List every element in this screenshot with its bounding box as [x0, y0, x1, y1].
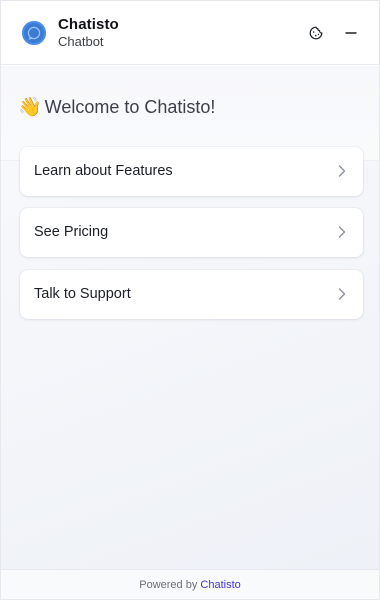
option-talk-support[interactable]: Talk to Support — [20, 270, 363, 319]
brand-link[interactable]: Chatisto — [200, 579, 240, 591]
option-label: Talk to Support — [34, 286, 131, 302]
minus-icon — [345, 32, 357, 34]
chat-header: Chatisto Chatbot — [1, 1, 379, 65]
welcome-text: Welcome to Chatisto! — [44, 97, 216, 117]
waving-hand-icon: 👋 — [18, 97, 42, 118]
option-learn-features[interactable]: Learn about Features — [20, 147, 363, 196]
cookie-icon — [309, 26, 323, 40]
bot-avatar — [22, 21, 46, 45]
welcome-message: 👋 Welcome to Chatisto! — [18, 95, 215, 119]
powered-by-text: Powered by — [139, 579, 198, 591]
chat-widget: Chatisto Chatbot 👋 Welcome to Chatisto! L… — [0, 0, 380, 600]
option-label: Learn about Features — [34, 163, 173, 179]
chevron-right-icon — [338, 288, 346, 300]
option-label: See Pricing — [34, 224, 109, 240]
bot-role: Chatbot — [58, 34, 104, 49]
cookie-settings-button[interactable] — [306, 23, 326, 43]
powered-by-footer: Powered by Chatisto — [1, 569, 379, 599]
chat-bubble-icon — [27, 26, 41, 40]
minimize-button[interactable] — [341, 23, 361, 43]
option-see-pricing[interactable]: See Pricing — [20, 208, 363, 257]
chevron-right-icon — [338, 165, 346, 177]
chat-body: 👋 Welcome to Chatisto! Learn about Featur… — [1, 66, 379, 569]
chevron-right-icon — [338, 226, 346, 238]
bot-name: Chatisto — [58, 16, 119, 33]
